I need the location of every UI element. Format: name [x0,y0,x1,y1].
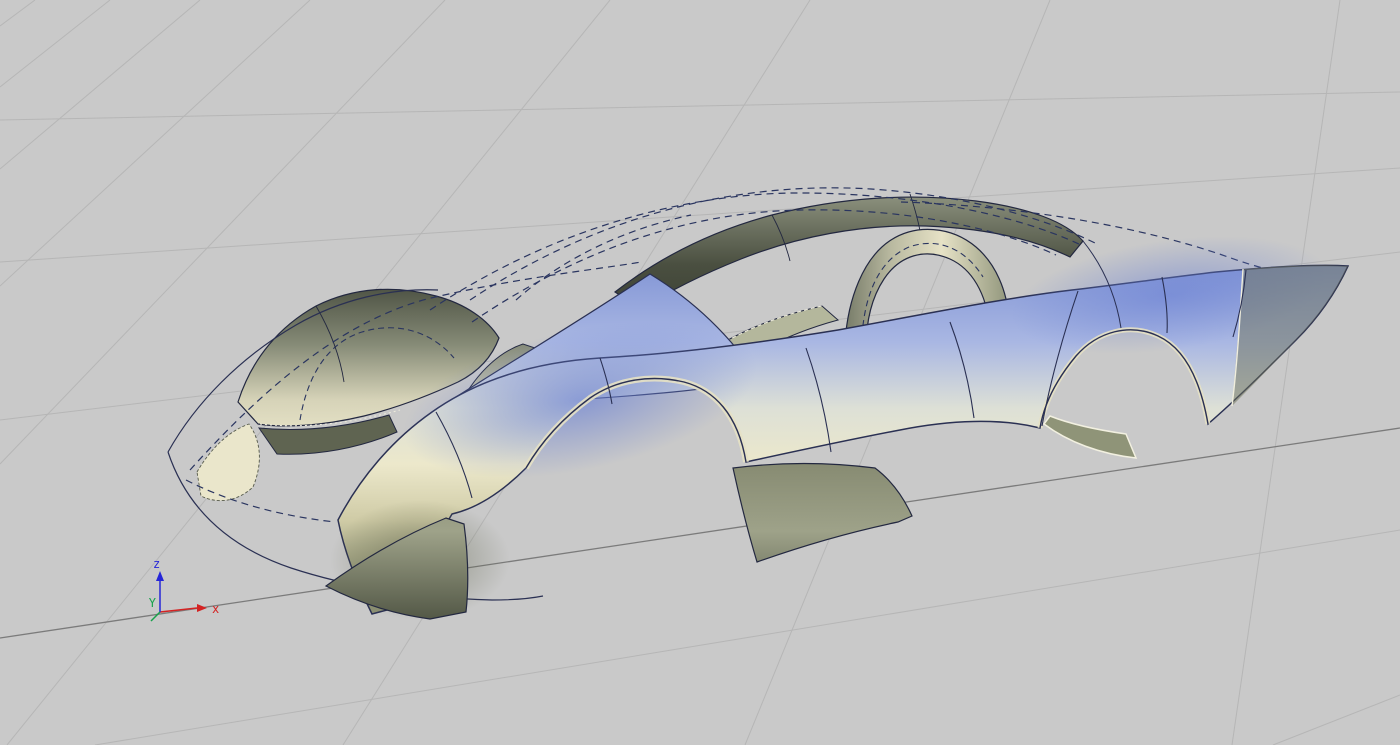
z-axis-label: z [153,557,160,571]
viewport-canvas[interactable]: x z Y [0,0,1400,745]
x-axis-label: x [212,602,219,616]
3d-viewport[interactable]: x z Y [0,0,1400,745]
y-axis-label: Y [149,596,157,610]
